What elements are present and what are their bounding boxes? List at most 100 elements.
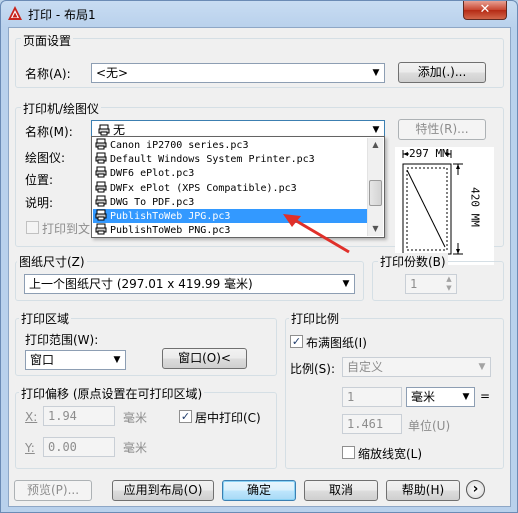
plot-area-title: 打印区域 [19,310,72,327]
scale-value1-input[interactable]: 1 [342,387,402,407]
scale-value2: 1.461 [347,417,384,431]
scrollbar-thumb[interactable] [369,180,382,206]
printer-name-label: 名称(M): [25,125,73,139]
printer-option[interactable]: DWG To PDF.pc3 [93,195,367,209]
add-button[interactable]: 添加(.)... [398,62,486,83]
copies-spinner[interactable]: ▲ ▼ [442,275,456,293]
ok-button[interactable]: 确定 [222,480,296,501]
plot-offset-group [15,392,277,469]
printer-config-icon [95,138,107,150]
scale-lineweights-checkbox[interactable] [342,446,355,459]
title-bar: 打印 - 布局1 ✕ [1,1,517,27]
scale-combo[interactable]: 自定义 ▼ [342,357,491,377]
plot-offset-title: 打印偏移 (原点设置在可打印区域) [19,385,205,402]
printer-option[interactable]: Canon iP2700 series.pc3 [93,138,367,152]
chevron-down-icon: ▼ [462,392,470,402]
paper-size-combo[interactable]: 上一个图纸尺寸 (297.01 x 419.99 毫米) ▼ [24,274,355,294]
printer-icon [98,124,110,136]
properties-button[interactable]: 特性(R)... [398,119,486,140]
autocad-icon [8,6,22,20]
printer-option[interactable]: DWFx ePlot (XPS Compatible).pc3 [93,181,367,195]
dropdown-scrollbar[interactable]: ▲ ▼ [367,138,383,236]
print-dialog: 打印 - 布局1 ✕ 页面设置 名称(A): <无> ▼ 添加(.)... 打印… [0,0,518,513]
fit-to-paper-checkbox[interactable]: ✓ [290,335,303,348]
window-title: 打印 - 布局1 [28,8,96,22]
printer-option-label: DWF6 ePlot.pc3 [110,168,195,180]
apply-to-layout-button[interactable]: 应用到布局(O) [112,480,214,501]
plot-range-label: 打印范围(W): [25,333,99,347]
offset-x-value: 1.94 [48,409,77,423]
scale-value1: 1 [347,390,355,404]
red-arrow-annotation-icon [283,214,350,254]
plot-range-value: 窗口 [30,353,55,367]
scale-unit-value: 毫米 [411,390,436,404]
printer-config-icon [95,181,107,193]
printer-option-label: Canon iP2700 series.pc3 [110,140,249,151]
scale-equals-sign: = [480,389,491,403]
plot-scale-title: 打印比例 [289,310,342,327]
preview-button[interactable]: 预览(P)... [14,480,92,501]
center-plot-label: 居中打印(C) [195,411,261,425]
offset-x-unit: 毫米 [123,411,148,425]
close-button[interactable]: ✕ [463,1,507,20]
paper-size-value: 上一个图纸尺寸 (297.01 x 419.99 毫米) [29,277,253,291]
page-setup-title: 页面设置 [21,32,74,49]
page-setup-name-value: <无> [96,66,129,80]
chevron-right-icon: › [472,481,479,497]
chevron-down-icon: ▼ [478,362,486,372]
scale-unit-combo[interactable]: 毫米 ▼ [406,387,475,407]
offset-x-input[interactable]: 1.94 [43,406,115,426]
paper-width-label: 297 MM [409,147,449,160]
offset-y-input[interactable]: 0.00 [43,437,115,457]
help-button[interactable]: 帮助(H) [386,480,460,501]
paper-height-label: 420 MM [468,187,482,227]
scale-label: 比例(S): [290,362,336,376]
printer-name-value: 无 [113,123,126,137]
page-setup-name-combo[interactable]: <无> ▼ [91,63,385,83]
printer-option-label: Default Windows System Printer.pc3 [110,154,315,166]
plotter-label: 绘图仪: [25,151,66,165]
print-to-file-checkbox[interactable] [26,221,39,234]
paper-preview: 297 MM 420 MM [395,147,494,265]
location-label: 位置: [25,173,54,187]
cancel-button[interactable]: 取消 [304,480,378,501]
scale-value2-input[interactable]: 1.461 [342,414,402,434]
window-select-button[interactable]: 窗口(O)< [162,348,247,369]
offset-x-label: X: [25,410,38,424]
chevron-down-icon: ▼ [342,279,350,289]
printer-config-icon [95,209,107,221]
scale-value: 自定义 [347,360,384,374]
fit-to-paper-label: 布满图纸(I) [306,336,367,350]
page-setup-name-label: 名称(A): [25,67,71,81]
chevron-down-icon: ▼ [372,68,380,78]
printer-option-label: DWG To PDF.pc3 [110,196,195,208]
more-options-button[interactable]: › [466,480,485,499]
print-to-file-label: 打印到文 [42,222,91,236]
description-label: 说明: [25,196,54,210]
close-icon: ✕ [479,2,491,17]
printer-config-icon [95,166,107,178]
printer-group-title: 打印机/绘图仪 [21,100,102,117]
chevron-down-icon: ▼ [113,355,121,365]
printer-option[interactable]: DWF6 ePlot.pc3 [93,166,367,180]
printer-option-label: DWFx ePlot (XPS Compatible).pc3 [110,182,297,194]
plot-range-combo[interactable]: 窗口 ▼ [25,350,126,370]
printer-config-icon [95,223,107,235]
dialog-client: 页面设置 名称(A): <无> ▼ 添加(.)... 打印机/绘图仪 名称(M)… [8,27,511,507]
scroll-up-icon[interactable]: ▲ [368,138,383,152]
scroll-down-icon[interactable]: ▼ [368,222,383,236]
printer-option-label: PublishToWeb PNG.pc3 [110,225,231,237]
printer-option-label: PublishToWeb JPG.pc3 [110,211,231,222]
scale-unit-label: 单位(U) [408,419,451,433]
copies-value: 1 [410,277,418,291]
scale-lineweights-label: 缩放线宽(L) [358,447,423,461]
copies-title: 打印份数(B) [378,253,448,270]
printer-option[interactable]: Default Windows System Printer.pc3 [93,152,367,166]
center-plot-checkbox[interactable]: ✓ [179,410,192,423]
offset-y-value: 0.00 [48,440,77,454]
offset-y-label: Y: [25,441,35,455]
printer-config-icon [95,152,107,164]
paper-size-title: 图纸尺寸(Z) [17,253,87,270]
offset-y-unit: 毫米 [123,441,148,455]
printer-config-icon [95,195,107,207]
